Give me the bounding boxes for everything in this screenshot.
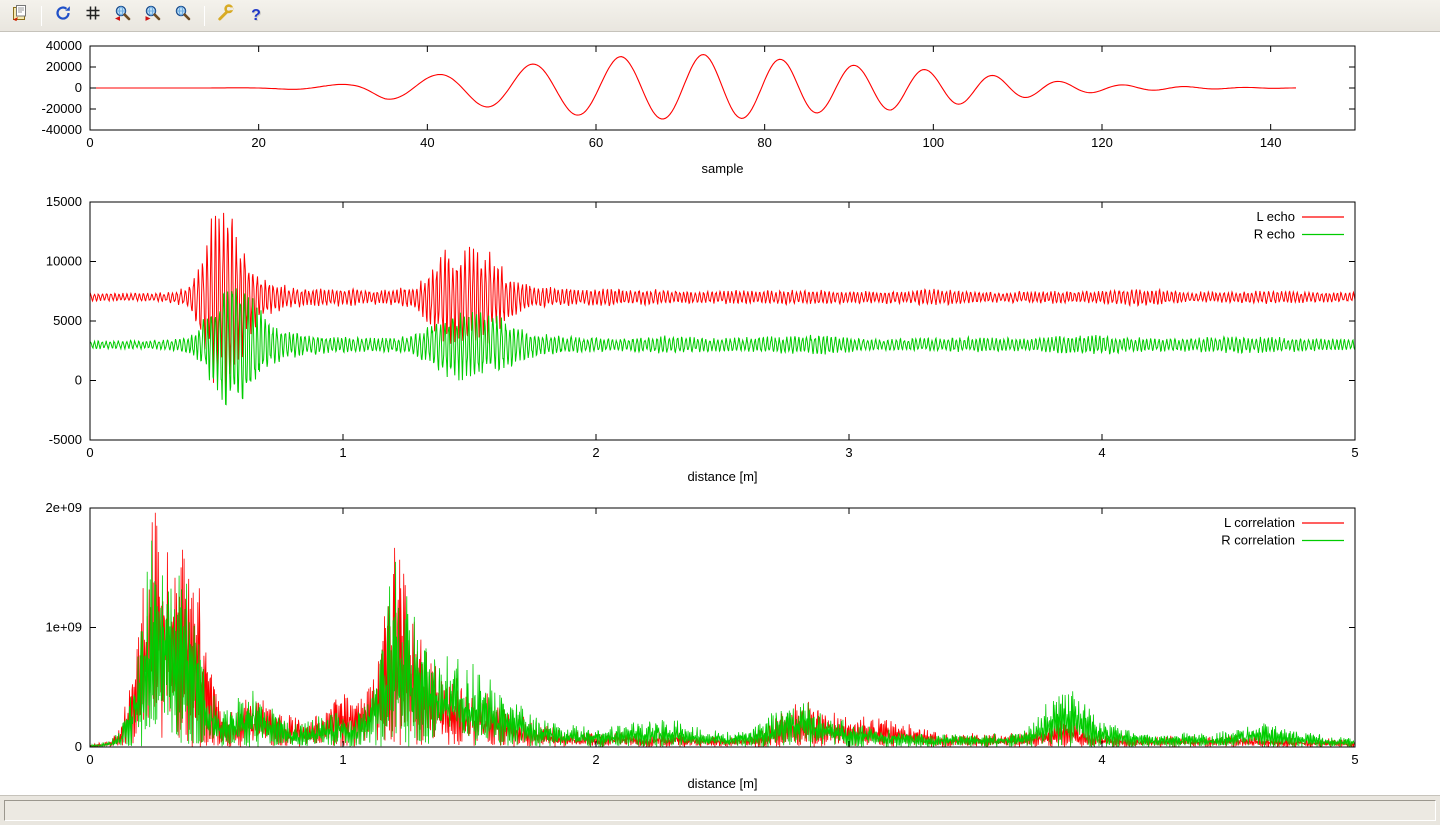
grid-icon: [84, 4, 102, 27]
y-tick-label: 0: [75, 739, 82, 754]
x-tick-label: 120: [1091, 135, 1113, 150]
x-axis-label: distance [m]: [687, 469, 757, 484]
y-tick-label: -5000: [49, 432, 82, 447]
x-tick-label: 80: [757, 135, 771, 150]
x-axis-label: distance [m]: [687, 776, 757, 791]
series-l-echo: [90, 213, 1355, 390]
x-tick-label: 4: [1098, 445, 1105, 460]
ticks: [90, 508, 1355, 747]
series-l-correlation: [90, 513, 1355, 747]
x-tick-label: 5: [1351, 445, 1358, 460]
x-tick-label: 40: [420, 135, 434, 150]
x-tick-label: 3: [845, 445, 852, 460]
x-tick-label: 140: [1260, 135, 1282, 150]
wrench-icon: [217, 4, 235, 27]
legend-label: R echo: [1254, 227, 1295, 242]
toolbar: ?: [0, 0, 1440, 32]
y-tick-label: 2e+09: [45, 500, 82, 515]
x-tick-label: 2: [592, 752, 599, 767]
toggle-grid-button[interactable]: [79, 3, 107, 29]
chart-correlation: 0 1 2 3 4 5 2e+09 1e+09 0 distance [m] L correlati…: [45, 500, 1358, 791]
replot-button[interactable]: [49, 3, 77, 29]
y-tick-label: -40000: [42, 122, 82, 137]
y-tick-label: 0: [75, 373, 82, 388]
legend-label: L echo: [1256, 209, 1295, 224]
status-field: [4, 800, 1436, 821]
x-tick-label: 60: [589, 135, 603, 150]
copy-to-clipboard-button[interactable]: [6, 3, 34, 29]
x-tick-label: 3: [845, 752, 852, 767]
legend-label: R correlation: [1221, 533, 1295, 548]
clipboard-icon: [11, 4, 29, 27]
plots-svg: 02040608010012014040000200000-20000-4000…: [0, 32, 1440, 795]
x-tick-label: 20: [251, 135, 265, 150]
x-tick-label: 1: [339, 752, 346, 767]
y-tick-label: 15000: [46, 194, 82, 209]
y-tick-label: 0: [75, 80, 82, 95]
zoom-next-button[interactable]: [139, 3, 167, 29]
y-tick-label: -20000: [42, 101, 82, 116]
magnifier-icon: [174, 4, 192, 27]
gnuplot-window: ? 02040608010012014040000200000-20000-40…: [0, 0, 1440, 825]
toolbar-separator: [204, 6, 205, 26]
plot-canvas[interactable]: 02040608010012014040000200000-20000-4000…: [0, 32, 1440, 795]
magnifier-right-icon: [144, 4, 162, 27]
toolbar-separator: [41, 6, 42, 26]
y-tick-label: 10000: [46, 254, 82, 269]
y-tick-label: 1e+09: [45, 620, 82, 635]
magnifier-left-icon: [114, 4, 132, 27]
x-axis-label: sample: [702, 161, 744, 176]
x-tick-label: 1: [339, 445, 346, 460]
chart-echo: 0 1 2 3 4 5 15000 10000 5000 0 -5000 distance [m] L …: [46, 194, 1359, 484]
x-tick-label: 0: [86, 752, 93, 767]
plot-border: [90, 508, 1355, 747]
question-mark-icon: ?: [251, 7, 261, 25]
y-tick-label: 40000: [46, 38, 82, 53]
help-button[interactable]: ?: [242, 3, 270, 29]
zoom-previous-button[interactable]: [109, 3, 137, 29]
x-tick-label: 2: [592, 445, 599, 460]
x-tick-label: 4: [1098, 752, 1105, 767]
series-pulse: [90, 55, 1296, 119]
x-tick-label: 0: [86, 445, 93, 460]
autoscale-button[interactable]: [169, 3, 197, 29]
legend-label: L correlation: [1224, 515, 1295, 530]
x-tick-label: 0: [86, 135, 93, 150]
x-tick-label: 100: [922, 135, 944, 150]
chart-pulse: 0 20 40 60 80 100 120 140 40000 20000 0 -20000 -4000…: [42, 38, 1355, 176]
ticks: [90, 202, 1355, 440]
y-tick-label: 5000: [53, 313, 82, 328]
configure-button[interactable]: [212, 3, 240, 29]
status-bar: [0, 795, 1440, 825]
refresh-icon: [54, 4, 72, 27]
plot-border: [90, 202, 1355, 440]
y-tick-label: 20000: [46, 59, 82, 74]
x-tick-label: 5: [1351, 752, 1358, 767]
